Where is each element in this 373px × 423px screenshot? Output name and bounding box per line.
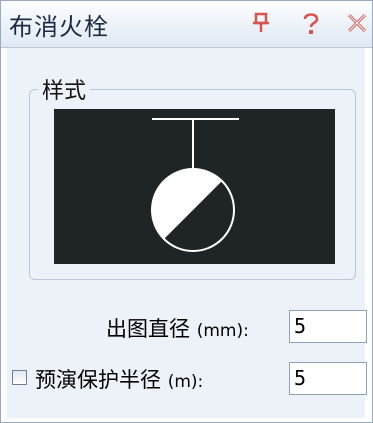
diameter-label-text: 出图直径 bbox=[106, 317, 190, 341]
protect-radius-input[interactable]: 5 bbox=[289, 362, 367, 395]
protect-radius-unit: (m): bbox=[167, 372, 204, 392]
panel-titlebar[interactable]: 布消火栓 bbox=[1, 1, 372, 48]
pin-button[interactable] bbox=[247, 9, 275, 37]
fire-hydrant-panel: 布消火栓 样式 出图直径 (mm): 5 预演保护半径 (m): 5 bbox=[0, 0, 373, 423]
protect-radius-label-text: 预演保护半径 bbox=[35, 368, 161, 392]
close-button[interactable] bbox=[343, 9, 371, 37]
pin-icon bbox=[253, 12, 269, 32]
help-icon bbox=[303, 13, 319, 34]
protect-radius-label: 预演保护半径 (m): bbox=[35, 364, 203, 394]
close-icon bbox=[347, 13, 367, 33]
help-button[interactable] bbox=[297, 9, 325, 37]
style-preview[interactable] bbox=[54, 109, 335, 264]
fire-hydrant-symbol-icon bbox=[151, 118, 239, 252]
protect-radius-checkbox[interactable] bbox=[12, 370, 27, 385]
diameter-unit: (mm): bbox=[196, 321, 249, 341]
panel-title: 布消火栓 bbox=[9, 13, 109, 41]
diameter-label: 出图直径 (mm): bbox=[106, 313, 249, 343]
diameter-input[interactable]: 5 bbox=[289, 310, 367, 343]
style-group-label: 样式 bbox=[38, 73, 91, 105]
